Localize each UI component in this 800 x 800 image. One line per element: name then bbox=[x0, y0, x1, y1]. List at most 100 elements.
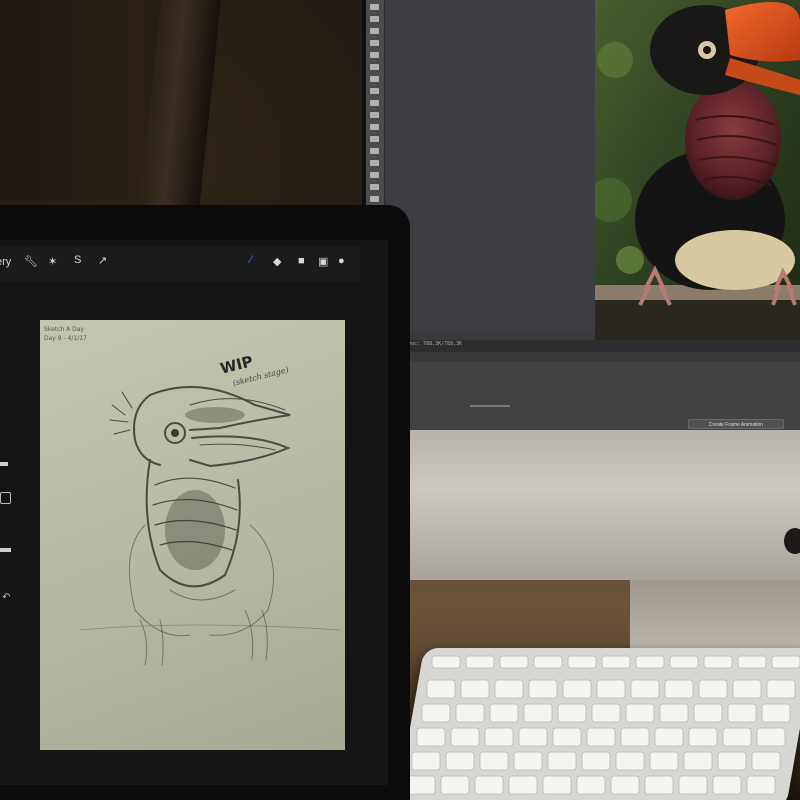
gradient-tool-icon[interactable] bbox=[370, 136, 379, 142]
path-select-tool-icon[interactable] bbox=[370, 172, 379, 178]
timeline-panel-tabs[interactable] bbox=[384, 352, 800, 362]
keyboard-key[interactable] bbox=[533, 655, 563, 669]
magic-wand-icon[interactable]: ✶ bbox=[48, 255, 57, 268]
keyboard-key[interactable] bbox=[615, 751, 645, 771]
opacity-slider[interactable] bbox=[0, 548, 11, 552]
timeline-zoom-slider[interactable] bbox=[470, 405, 510, 407]
keyboard-key[interactable] bbox=[518, 727, 548, 747]
keyboard-key[interactable] bbox=[547, 751, 577, 771]
keyboard-key[interactable] bbox=[737, 655, 767, 669]
keyboard-key[interactable] bbox=[669, 655, 699, 669]
keyboard-key[interactable] bbox=[557, 703, 587, 723]
keyboard-key[interactable] bbox=[479, 751, 509, 771]
keyboard-key[interactable] bbox=[528, 679, 558, 699]
stamp-tool-icon[interactable] bbox=[370, 100, 379, 106]
keyboard-key[interactable] bbox=[712, 775, 742, 795]
undo-icon[interactable]: ↶ bbox=[2, 592, 10, 603]
keyboard-key[interactable] bbox=[416, 727, 446, 747]
type-tool-icon[interactable] bbox=[370, 160, 379, 166]
keyboard-key[interactable] bbox=[484, 727, 514, 747]
layers-icon[interactable]: ▣ bbox=[318, 255, 328, 268]
keyboard-key[interactable] bbox=[664, 679, 694, 699]
keyboard-key[interactable] bbox=[499, 655, 529, 669]
keyboard-key[interactable] bbox=[620, 727, 650, 747]
keyboard-key[interactable] bbox=[678, 775, 708, 795]
magic-wand-tool-icon[interactable] bbox=[370, 40, 379, 46]
keyboard-key[interactable] bbox=[552, 727, 582, 747]
keyboard-key[interactable] bbox=[460, 679, 490, 699]
keyboard-key[interactable] bbox=[474, 775, 504, 795]
keyboard-key[interactable] bbox=[610, 775, 640, 795]
keyboard-key[interactable] bbox=[693, 703, 723, 723]
crop-tool-icon[interactable] bbox=[370, 52, 379, 58]
keyboard-key[interactable] bbox=[722, 727, 752, 747]
marquee-tool-icon[interactable] bbox=[370, 16, 379, 22]
brush-icon[interactable]: ∕ bbox=[250, 254, 252, 266]
keyboard-key[interactable] bbox=[508, 775, 538, 795]
keyboard-key[interactable] bbox=[562, 679, 592, 699]
keyboard-keys[interactable] bbox=[410, 648, 800, 800]
keyboard-key[interactable] bbox=[421, 703, 451, 723]
keyboard-key[interactable] bbox=[445, 751, 475, 771]
keyboard-key[interactable] bbox=[649, 751, 679, 771]
keyboard-key[interactable] bbox=[659, 703, 689, 723]
modify-button[interactable] bbox=[0, 492, 11, 504]
photoshop-canvas-area[interactable] bbox=[386, 0, 598, 330]
keyboard-key[interactable] bbox=[431, 655, 461, 669]
move-tool-icon[interactable] bbox=[370, 4, 379, 10]
create-frame-animation-button[interactable]: Create Frame Animation bbox=[688, 419, 784, 429]
keyboard-key[interactable] bbox=[756, 727, 786, 747]
pen-tool-icon[interactable] bbox=[370, 148, 379, 154]
keyboard-key[interactable] bbox=[630, 679, 660, 699]
keyboard-key[interactable] bbox=[411, 751, 441, 771]
keyboard-key[interactable] bbox=[683, 751, 713, 771]
keyboard-key[interactable] bbox=[751, 751, 781, 771]
keyboard-key[interactable] bbox=[698, 679, 728, 699]
eraser-icon[interactable]: ■ bbox=[298, 255, 305, 267]
keyboard-key[interactable] bbox=[635, 655, 665, 669]
eraser-tool-icon[interactable] bbox=[370, 124, 379, 130]
gallery-button[interactable]: ery bbox=[0, 256, 11, 268]
history-brush-tool-icon[interactable] bbox=[370, 112, 379, 118]
wrench-icon[interactable]: 🔧︎ bbox=[24, 255, 38, 268]
keyboard-key[interactable] bbox=[717, 751, 747, 771]
keyboard-key[interactable] bbox=[494, 679, 524, 699]
move-icon[interactable]: ↗ bbox=[98, 254, 107, 267]
keyboard-key[interactable] bbox=[766, 679, 796, 699]
keyboard-key[interactable] bbox=[581, 751, 611, 771]
keyboard-key[interactable] bbox=[455, 703, 485, 723]
keyboard-key[interactable] bbox=[625, 703, 655, 723]
keyboard-key[interactable] bbox=[596, 679, 626, 699]
keyboard-key[interactable] bbox=[601, 655, 631, 669]
keyboard-key[interactable] bbox=[440, 775, 470, 795]
eyedropper-tool-icon[interactable] bbox=[370, 64, 379, 70]
color-icon[interactable]: ● bbox=[338, 255, 345, 267]
shape-tool-icon[interactable] bbox=[370, 184, 379, 190]
keyboard-key[interactable] bbox=[591, 703, 621, 723]
keyboard-key[interactable] bbox=[542, 775, 572, 795]
keyboard-key[interactable] bbox=[523, 703, 553, 723]
keyboard-key[interactable] bbox=[771, 655, 800, 669]
keyboard-key[interactable] bbox=[761, 703, 791, 723]
keyboard-key[interactable] bbox=[513, 751, 543, 771]
brush-size-slider[interactable] bbox=[0, 462, 8, 466]
keyboard-key[interactable] bbox=[410, 775, 436, 795]
keyboard-key[interactable] bbox=[688, 727, 718, 747]
keyboard-key[interactable] bbox=[644, 775, 674, 795]
keyboard-key[interactable] bbox=[576, 775, 606, 795]
keyboard-key[interactable] bbox=[489, 703, 519, 723]
keyboard-key[interactable] bbox=[586, 727, 616, 747]
keyboard-key[interactable] bbox=[732, 679, 762, 699]
selection-icon[interactable]: S bbox=[74, 254, 81, 266]
keyboard-key[interactable] bbox=[654, 727, 684, 747]
keyboard-key[interactable] bbox=[450, 727, 480, 747]
keyboard-key[interactable] bbox=[567, 655, 597, 669]
hand-tool-icon[interactable] bbox=[370, 196, 379, 202]
keyboard-key[interactable] bbox=[426, 679, 456, 699]
healing-tool-icon[interactable] bbox=[370, 76, 379, 82]
keyboard-key[interactable] bbox=[746, 775, 776, 795]
smudge-icon[interactable]: ◆ bbox=[273, 255, 281, 268]
keyboard-key[interactable] bbox=[703, 655, 733, 669]
brush-tool-icon[interactable] bbox=[370, 88, 379, 94]
lasso-tool-icon[interactable] bbox=[370, 28, 379, 34]
